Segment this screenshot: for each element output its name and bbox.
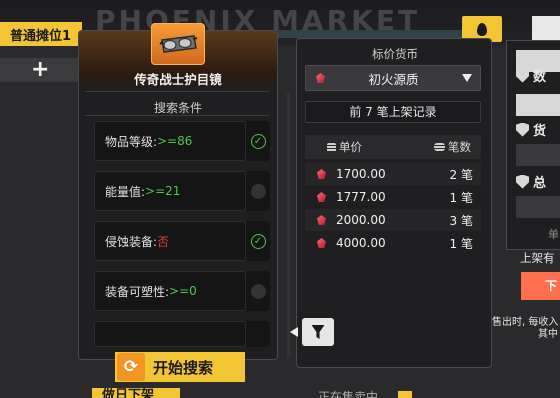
edge-row-quantity: 数	[516, 66, 560, 85]
filter-value: >=21	[145, 184, 181, 198]
red-crystal-icon	[317, 169, 326, 179]
edge-input-3[interactable]	[516, 144, 560, 166]
record-row: 1777.00 1 笔	[305, 186, 481, 208]
plus-icon: +	[31, 57, 50, 82]
red-crystal-icon	[316, 73, 325, 83]
check-icon: ✓	[250, 133, 266, 149]
filter-checkbox-energy[interactable]	[246, 171, 270, 211]
record-price: 4000.00	[336, 236, 386, 250]
refresh-icon: ⟳	[117, 353, 145, 381]
edge-row-currency: 货	[516, 120, 560, 139]
record-row: 1700.00 2 笔	[305, 163, 481, 185]
funnel-icon	[311, 325, 325, 339]
red-crystal-icon	[317, 192, 326, 202]
record-count: 2 笔	[449, 167, 473, 182]
edge-label-quantity: 数	[533, 70, 547, 85]
start-search-label: 开始搜索	[153, 358, 214, 377]
filter-more[interactable]	[94, 321, 246, 347]
edge-label-total: 总	[533, 176, 547, 191]
divider	[85, 91, 269, 92]
record-price: 1777.00	[336, 190, 386, 204]
filter-value: >=86	[157, 134, 193, 148]
currency-dropdown[interactable]: 初火源质	[305, 65, 481, 91]
filter-checkbox-more[interactable]	[246, 321, 270, 347]
divider	[85, 115, 269, 116]
red-crystal-icon	[317, 238, 326, 248]
bottom-tab[interactable]: 做日下架	[92, 388, 180, 398]
corner-button[interactable]	[532, 16, 560, 42]
delist-button[interactable]: 下	[521, 272, 560, 300]
filter-item-level[interactable]: 物品等级: >=86	[94, 121, 246, 161]
edge-input-2[interactable]	[516, 94, 560, 116]
tab-market-stall-1[interactable]: 普通摊位1	[0, 22, 82, 46]
collapse-arrow-icon[interactable]	[290, 327, 298, 337]
count-column-header: 笔数	[434, 139, 471, 155]
start-search-button[interactable]: ⟳ 开始搜索	[115, 352, 245, 382]
filter-label: 侵蚀装备:	[105, 234, 158, 249]
currency-selected: 初火源质	[368, 71, 419, 87]
filter-toggle-button[interactable]	[302, 318, 334, 346]
check-icon: ✓	[250, 233, 266, 249]
filter-checkbox-item-level[interactable]: ✓	[246, 121, 270, 161]
filter-energy[interactable]: 能量值: >=21	[94, 171, 246, 211]
shield-icon	[516, 122, 529, 137]
edge-row-total: 总	[516, 172, 560, 191]
shield-icon	[516, 68, 529, 83]
red-crystal-icon	[317, 215, 326, 225]
filter-checkbox-plasticity[interactable]	[246, 271, 270, 311]
filter-label: 能量值:	[105, 184, 146, 199]
records-header: 单价 笔数	[305, 135, 481, 159]
unchecked-icon	[250, 183, 266, 199]
record-count: 1 笔	[449, 236, 473, 251]
records-title: 前 7 笔上架记录	[305, 101, 481, 123]
listed-text: 上架有	[520, 251, 555, 265]
search-conditions-panel: 传奇战士护目镜 搜索条件 物品等级: >=86 ✓ 能量值: >=21 侵蚀装备: 否…	[78, 23, 290, 360]
record-price: 1700.00	[336, 167, 386, 181]
price-column-header: 单价	[327, 139, 362, 155]
filter-scrollbar[interactable]	[287, 93, 290, 358]
filter-plasticity[interactable]: 装备可塑性: >=0	[94, 271, 246, 311]
flame-icon	[477, 22, 487, 36]
edge-label-currency: 货	[533, 124, 547, 139]
dropdown-arrow-icon	[462, 74, 472, 82]
record-count: 3 笔	[449, 213, 473, 228]
add-stall-row[interactable]: +	[0, 57, 80, 82]
bottom-tab-label: 做日下架	[102, 388, 155, 398]
record-price: 2000.00	[336, 213, 386, 227]
record-row: 4000.00 1 笔	[305, 232, 481, 254]
filter-label: 装备可塑性:	[105, 284, 170, 299]
edge-input-4[interactable]	[516, 196, 560, 218]
edge-hint: 单	[548, 228, 559, 241]
search-conditions-title: 搜索条件	[153, 101, 202, 115]
filter-label: 物品等级:	[105, 134, 158, 149]
item-name: 传奇战士护目镜	[134, 72, 222, 87]
bottom-badge	[398, 391, 412, 398]
currency-label: 标价货币	[372, 47, 418, 61]
goggles-icon	[151, 23, 205, 65]
filter-corrupted[interactable]: 侵蚀装备: 否	[94, 221, 246, 261]
price-header-label: 单价	[339, 140, 362, 154]
fee-notice-line2: 其中	[538, 329, 558, 340]
count-header-label: 笔数	[448, 140, 471, 154]
shield-icon	[516, 174, 529, 189]
unchecked-icon	[250, 283, 266, 299]
filter-value: >=0	[169, 284, 197, 298]
stack-icon	[434, 143, 445, 151]
filter-checkbox-corrupted[interactable]: ✓	[246, 221, 270, 261]
bottom-status: 正在售卖中	[318, 390, 379, 398]
filter-value: 否	[157, 234, 170, 249]
coin-stack-icon	[327, 142, 336, 152]
record-count: 1 笔	[449, 190, 473, 205]
record-row: 2000.00 3 笔	[305, 209, 481, 231]
